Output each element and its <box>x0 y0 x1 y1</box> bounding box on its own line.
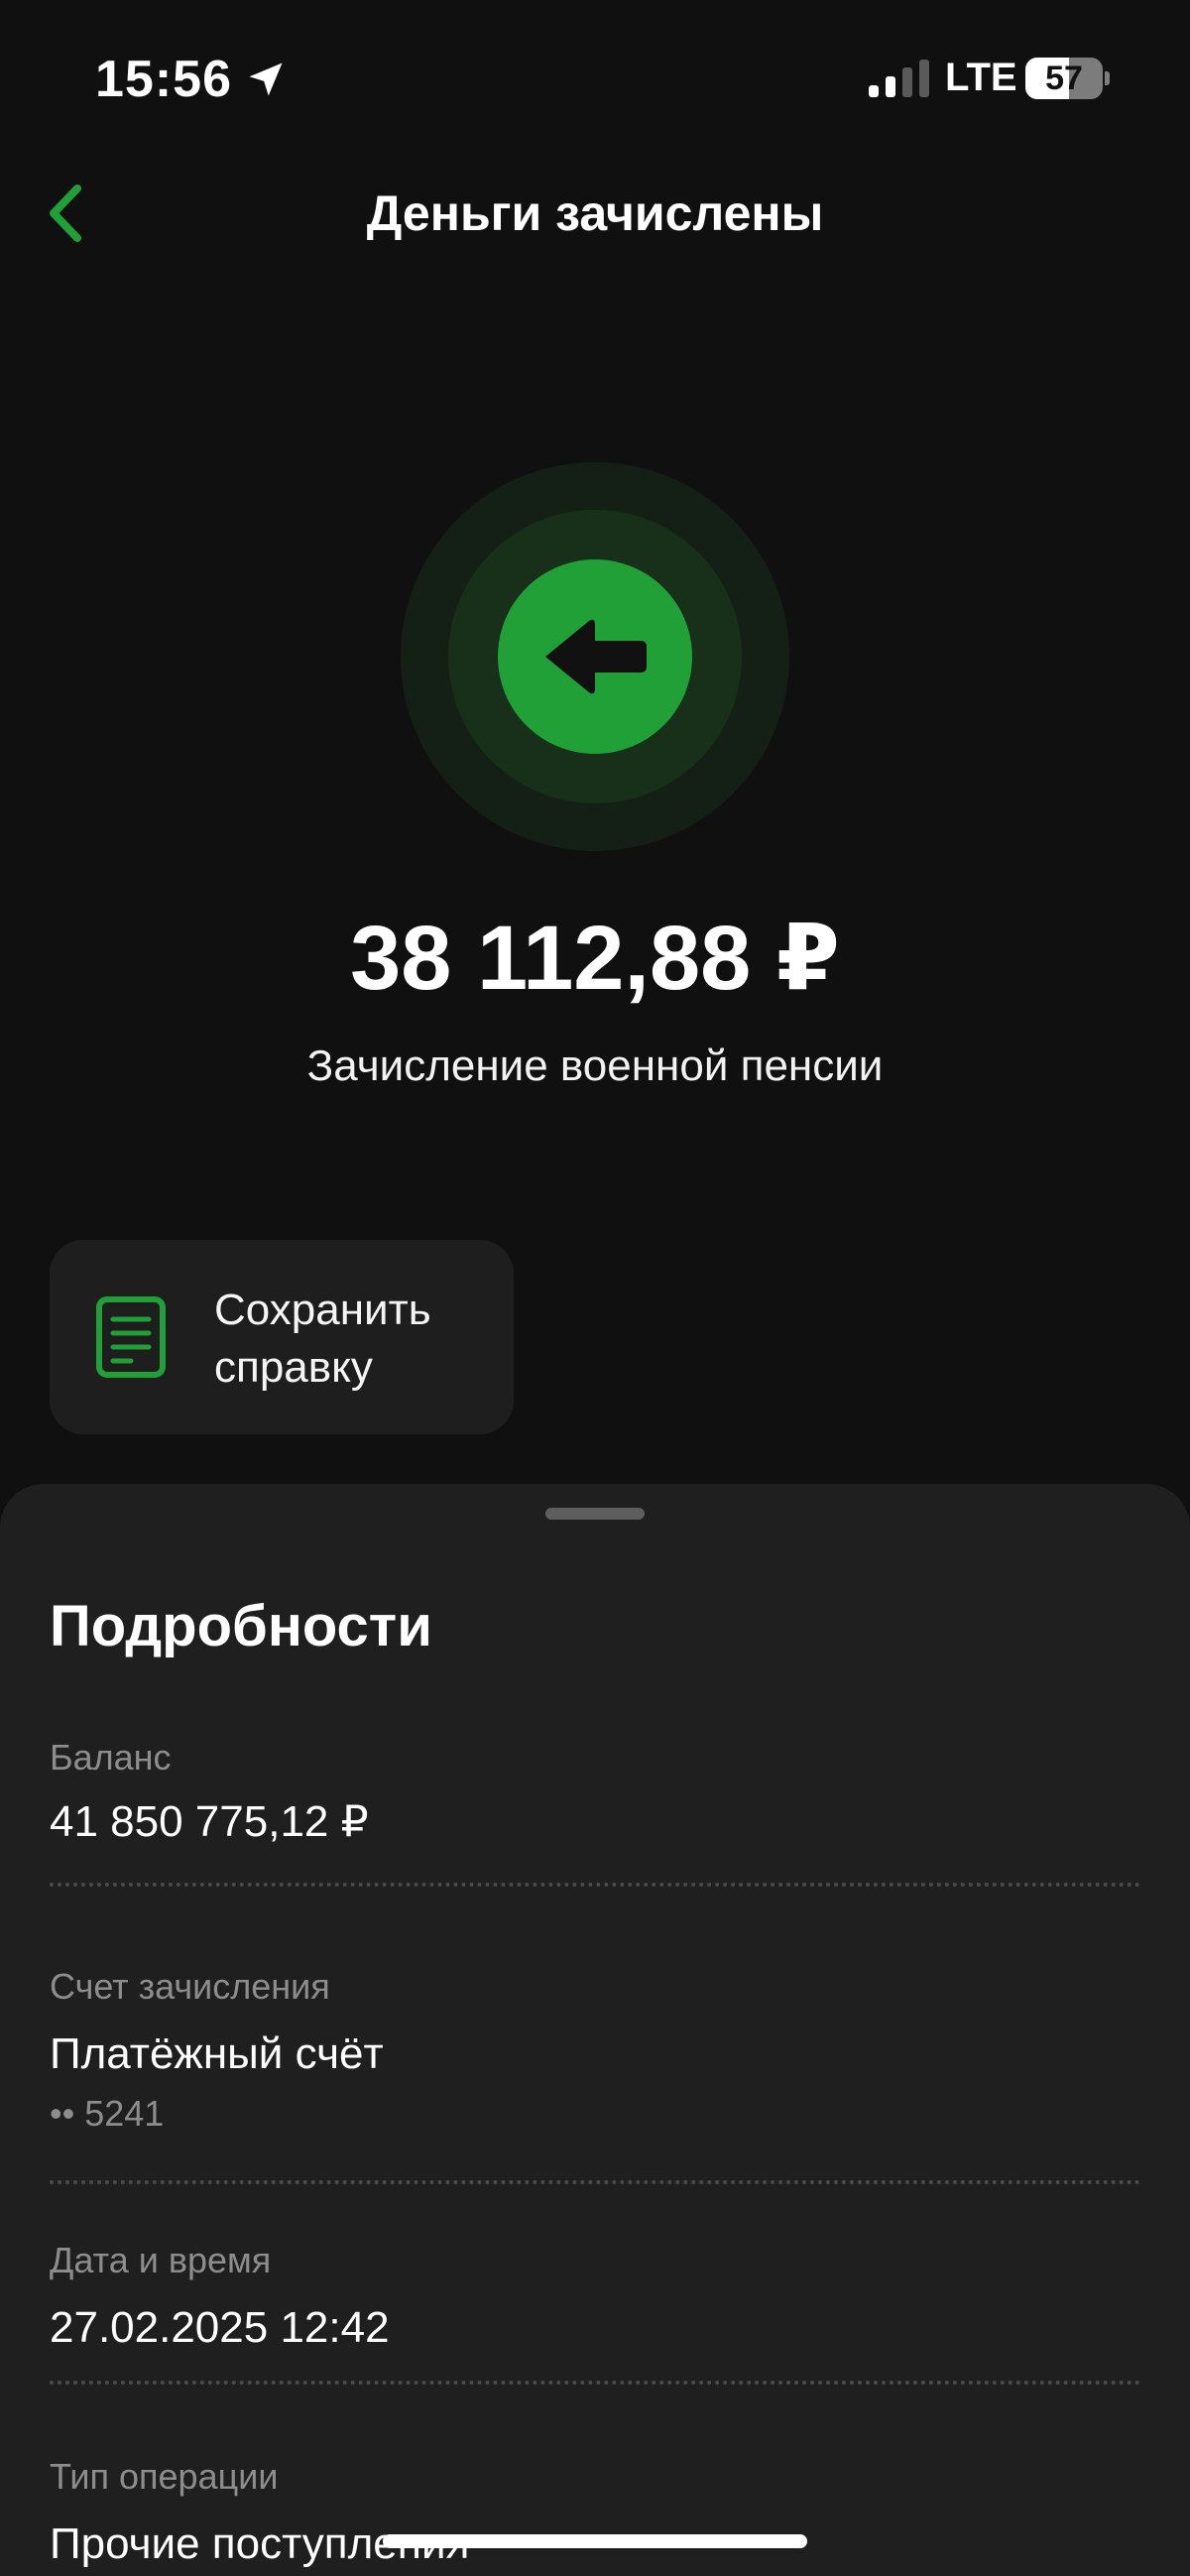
balance-value: 41 850 775,12 ₽ <box>50 1797 369 1846</box>
transaction-amount: 38 112,88 ₽ <box>350 908 840 1009</box>
details-title: Подробности <box>50 1594 432 1658</box>
save-certificate-label: Сохранить справку <box>214 1286 431 1392</box>
battery-icon: 57 <box>1025 58 1110 99</box>
operation-description: Зачисление военной пенсии <box>306 1042 884 1090</box>
datetime-label: Дата и время <box>50 2240 272 2280</box>
navigation-bar: Деньги зачислены <box>0 159 1190 268</box>
save-certificate-button[interactable]: Сохранить справку <box>50 1240 514 1434</box>
account-label: Счет зачисления <box>50 1966 330 2007</box>
account-number: •• 5241 <box>50 2093 165 2134</box>
balance-row: Баланс 41 850 775,12 ₽ <box>50 1737 1140 1847</box>
balance-label: Баланс <box>50 1737 172 1778</box>
page-title: Деньги зачислены <box>366 185 824 241</box>
operation-type-label: Тип операции <box>50 2456 279 2497</box>
document-icon <box>96 1296 166 1378</box>
account-row: Счет зачисления Платёжный счёт •• 5241 <box>50 1966 1140 2135</box>
divider <box>50 1883 1140 1887</box>
sheet-grabber[interactable] <box>545 1508 645 1520</box>
incoming-transfer-badge <box>401 462 789 851</box>
status-bar: 15:56 LTE 57 <box>0 0 1190 159</box>
account-value: Платёжный счёт <box>50 2029 384 2078</box>
home-indicator[interactable] <box>383 2534 807 2548</box>
battery-level: 57 <box>1045 60 1083 97</box>
location-arrow-icon <box>249 62 283 96</box>
signal-bars-icon <box>869 60 929 97</box>
transaction-details-screen: 15:56 LTE 57 Деньги зачислены 38 112,88 … <box>0 0 1190 2576</box>
operation-type-row: Тип операции Прочие поступления <box>50 2456 1140 2569</box>
details-sheet[interactable]: Подробности Баланс 41 850 775,12 ₽ Счет … <box>0 1484 1190 2576</box>
status-time: 15:56 <box>95 51 232 108</box>
datetime-row: Дата и время 27.02.2025 12:42 <box>50 2240 1140 2353</box>
divider <box>50 2381 1140 2385</box>
arrow-left-icon <box>545 619 647 694</box>
network-type: LTE <box>945 56 1017 99</box>
divider <box>50 2180 1140 2184</box>
datetime-value: 27.02.2025 12:42 <box>50 2303 390 2352</box>
